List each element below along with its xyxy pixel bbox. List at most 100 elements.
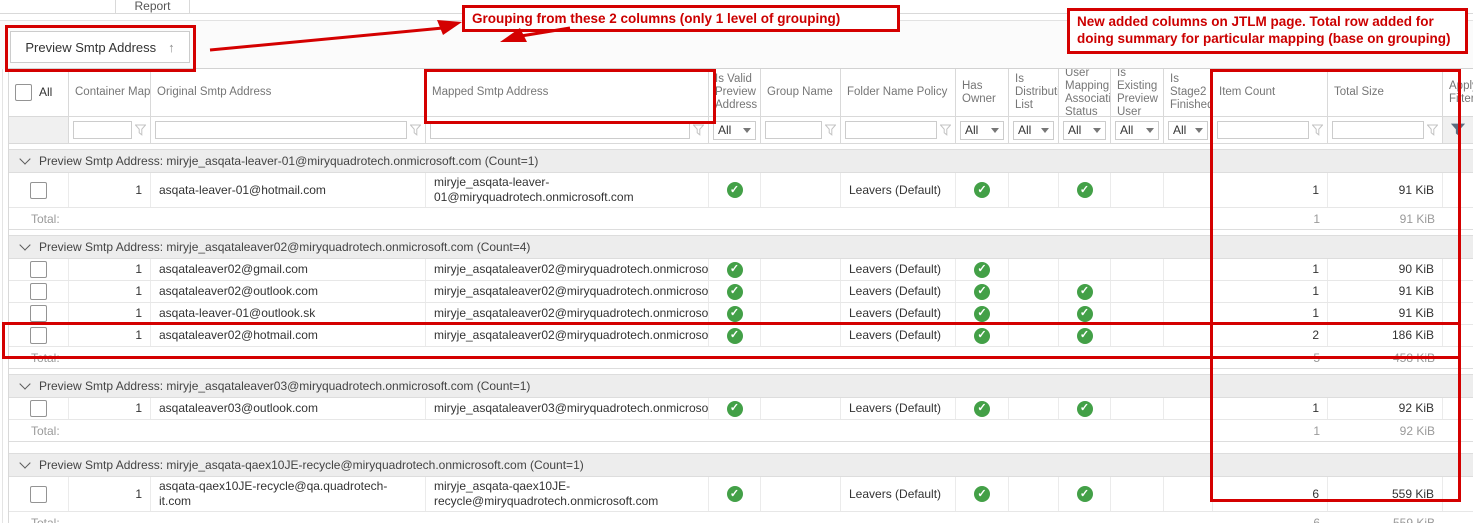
filter-input-folder[interactable] (845, 121, 937, 139)
filter-funnel-icon[interactable] (1427, 124, 1438, 136)
sort-ascending-icon: ↑ (168, 39, 175, 55)
cell-sel (9, 477, 69, 511)
cell-stage2 (1164, 325, 1213, 346)
cell-uma (1059, 259, 1111, 280)
filter-select-existing[interactable]: All (1115, 120, 1159, 140)
filter-funnel-icon[interactable] (135, 124, 146, 136)
row-checkbox[interactable] (30, 400, 47, 417)
filter-cell-owner: All (956, 117, 1009, 143)
cell-uma: ✓ (1059, 398, 1111, 419)
column-header-owner[interactable]: Has Owner (956, 69, 1009, 116)
cell-size: 92 KiB (1328, 398, 1443, 419)
group-total-size: 458 KiB (1392, 350, 1435, 365)
column-header-container[interactable]: Container Mapping (69, 69, 151, 116)
filter-funnel-icon[interactable] (410, 124, 421, 136)
cell-stage2 (1164, 303, 1213, 324)
tab-report[interactable]: Report (115, 0, 190, 13)
column-header-size[interactable]: Total Size (1328, 69, 1443, 116)
group-total-size: 91 KiB (1399, 211, 1435, 226)
row-checkbox[interactable] (30, 261, 47, 278)
group-total-size: 92 KiB (1399, 423, 1435, 438)
column-header-folder[interactable]: Folder Name Policy (841, 69, 956, 116)
group-total-row: Total: 1 92 KiB (9, 420, 1473, 442)
filter-select-valid[interactable]: All (713, 120, 756, 140)
filter-select-uma[interactable]: All (1063, 120, 1106, 140)
cell-mapped: miryje_asqataleaver02@miryquadrotech.onm… (426, 281, 709, 302)
row-checkbox[interactable] (30, 485, 47, 503)
group-total-item-count: 5 (1313, 350, 1320, 365)
cell-size: 91 KiB (1328, 303, 1443, 324)
table-row: 1 asqata-leaver-01@outlook.sk miryje_asqat… (9, 303, 1473, 325)
cell-uma: ✓ (1059, 325, 1111, 346)
column-header-apply[interactable]: Apply Filter (1443, 69, 1473, 116)
filter-input-container[interactable] (73, 121, 132, 139)
group-header-row[interactable]: Preview Smtp Address: miryje_asqataleave… (9, 374, 1473, 398)
filter-input-original[interactable] (155, 121, 407, 139)
cell-original: asqataleaver02@outlook.com (151, 281, 426, 302)
filter-input-group[interactable] (765, 121, 822, 139)
cell-container: 1 (69, 303, 151, 324)
filter-input-mapped[interactable] (430, 121, 690, 139)
success-check-icon: ✓ (974, 182, 990, 198)
caret-down-icon (1093, 127, 1101, 133)
cell-dist (1009, 325, 1059, 346)
cell-sel (9, 325, 69, 346)
cell-folder: Leavers (Default) (841, 477, 956, 511)
group-header-row[interactable]: Preview Smtp Address: miryje_asqataleave… (9, 235, 1473, 259)
filter-funnel-icon[interactable] (1312, 124, 1323, 136)
filter-input-items[interactable] (1217, 121, 1309, 139)
cell-owner: ✓ (956, 173, 1009, 207)
filter-cell-valid: All (709, 117, 761, 143)
column-header-original[interactable]: Original Smtp Address (151, 69, 426, 116)
success-check-icon: ✓ (726, 283, 743, 300)
cell-valid: ✓ (709, 259, 761, 280)
select-all-checkbox[interactable] (15, 84, 32, 101)
cell-group (761, 477, 841, 511)
column-header-mapped[interactable]: Mapped Smtp Address (426, 69, 709, 116)
filter-select-stage2[interactable]: All (1168, 120, 1208, 140)
row-checkbox[interactable] (30, 283, 47, 300)
column-header-sel[interactable]: All (9, 69, 69, 116)
cell-dist (1009, 281, 1059, 302)
column-header-existing[interactable]: Is Existing Preview User (1111, 69, 1164, 116)
groupby-chip-preview-smtp-address[interactable]: Preview Smtp Address ↑ (10, 31, 190, 63)
apply-filter-funnel-icon[interactable] (1451, 123, 1465, 137)
filter-select-owner[interactable]: All (960, 120, 1004, 140)
cell-group (761, 281, 841, 302)
column-header-group[interactable]: Group Name (761, 69, 841, 116)
table-row: 1 asqataleaver02@gmail.com miryje_asqatale… (9, 259, 1473, 281)
cell-mapped: miryje_asqata-qaex10JE-recycle@miryquadr… (426, 477, 709, 511)
cell-container: 1 (69, 398, 151, 419)
group-total-item-count: 1 (1313, 423, 1320, 438)
cell-sel (9, 303, 69, 324)
row-checkbox[interactable] (30, 181, 47, 199)
group-header-row[interactable]: Preview Smtp Address: miryje_asqata-qaex… (9, 453, 1473, 477)
cell-apply (1443, 325, 1473, 346)
cell-owner: ✓ (956, 398, 1009, 419)
cell-sel (9, 281, 69, 302)
cell-original: asqataleaver03@outlook.com (151, 398, 426, 419)
column-header-valid[interactable]: Is Valid Preview Address (709, 69, 761, 116)
filter-cell-apply (1443, 117, 1473, 143)
filter-funnel-icon[interactable] (825, 124, 836, 136)
column-header-stage2[interactable]: Is Stage2 Finished (1164, 69, 1213, 116)
filter-funnel-icon[interactable] (693, 124, 704, 136)
group-header-row[interactable]: Preview Smtp Address: miryje_asqata-leav… (9, 149, 1473, 173)
row-checkbox[interactable] (30, 327, 47, 344)
column-header-dist[interactable]: Is Distribution List (1009, 69, 1059, 116)
cell-owner: ✓ (956, 281, 1009, 302)
cell-stage2 (1164, 398, 1213, 419)
filter-select-dist[interactable]: All (1013, 120, 1054, 140)
column-header-items[interactable]: Item Count (1213, 69, 1328, 116)
group-total-label: Total: (31, 211, 60, 226)
cell-items: 1 (1213, 173, 1328, 207)
filter-input-size[interactable] (1332, 121, 1424, 139)
row-checkbox[interactable] (30, 305, 47, 322)
column-header-uma[interactable]: User Mapping Association Status (1059, 69, 1111, 116)
filter-cell-uma: All (1059, 117, 1111, 143)
cell-size: 90 KiB (1328, 259, 1443, 280)
filter-funnel-icon[interactable] (940, 124, 951, 136)
cell-valid: ✓ (709, 303, 761, 324)
cell-valid: ✓ (709, 281, 761, 302)
cell-container: 1 (69, 281, 151, 302)
